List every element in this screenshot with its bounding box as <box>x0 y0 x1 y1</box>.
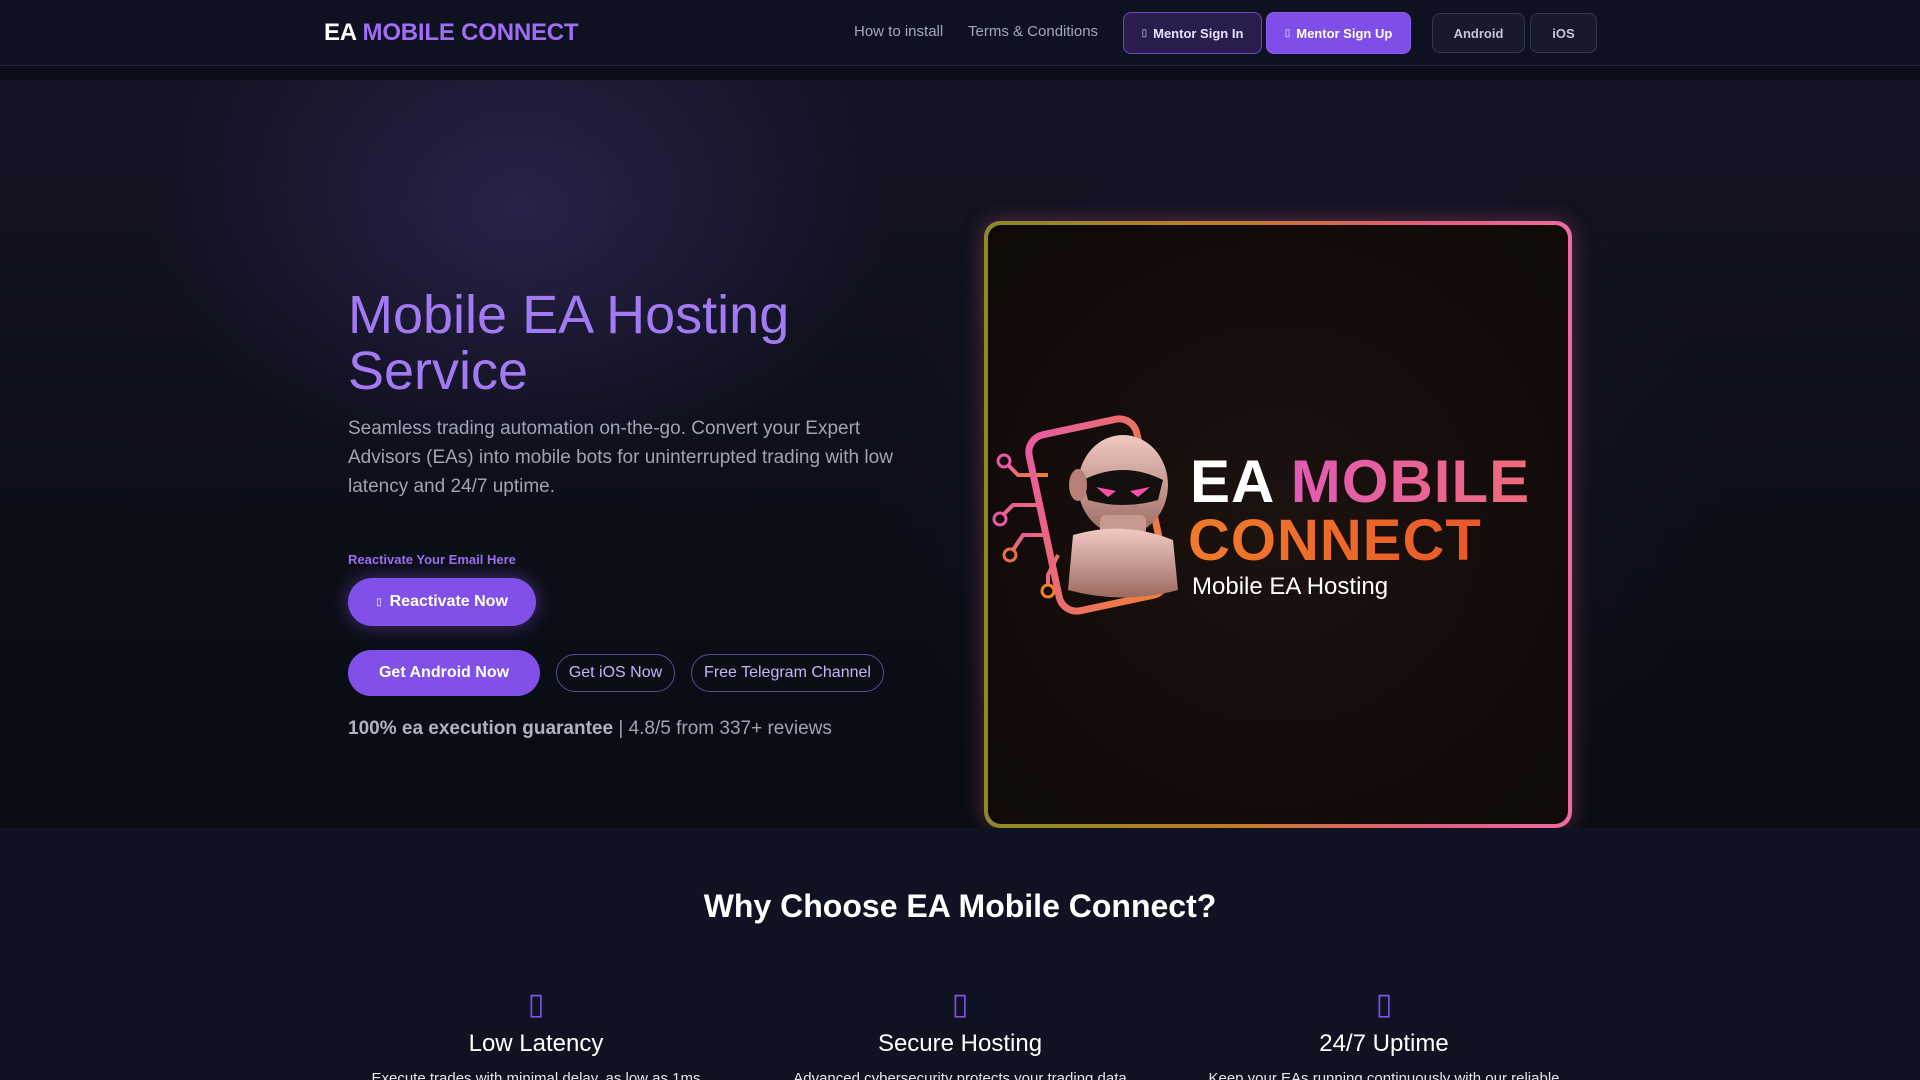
feature-description: Keep your EAs running continuously with … <box>1208 1070 1560 1080</box>
nav-link-terms[interactable]: Terms & Conditions <box>968 23 1098 40</box>
android-store-label: Android <box>1453 25 1504 41</box>
logo-line-1-pink: MOBILE <box>1290 448 1531 515</box>
mentor-sign-up-button[interactable]: ▯ Mentor Sign Up <box>1266 12 1411 54</box>
logo-line-2: CONNECT <box>1188 508 1482 573</box>
logo-line-3: Mobile EA Hosting <box>1192 573 1389 600</box>
logo-line-1-white: EA <box>1190 448 1291 515</box>
hero-logo-image: EA MOBILE CONNECT Mobile EA Hosting <box>988 225 1568 824</box>
feature-card-secure-hosting: ▯ Secure Hosting Advanced cybersecurity … <box>760 988 1160 1080</box>
hero-logo-image-frame: EA MOBILE CONNECT Mobile EA Hosting <box>984 221 1572 828</box>
android-store-button[interactable]: Android <box>1432 13 1525 53</box>
hero-title: Mobile EA Hosting Service <box>348 285 790 401</box>
feature-title: Secure Hosting <box>877 1030 1043 1057</box>
shield-icon: ▯ <box>951 988 969 1021</box>
feature-title: Low Latency <box>468 1030 604 1057</box>
hero-subtitle: Seamless trading automation on-the-go. C… <box>348 418 893 497</box>
reactivate-now-label: Reactivate Now <box>389 593 508 610</box>
clock-icon: ▯ <box>1375 988 1393 1021</box>
reactivate-now-button[interactable]: ▯ Reactivate Now <box>348 578 536 626</box>
feature-description: Execute trades with minimal delay, as lo… <box>371 1070 701 1080</box>
hero-section: Mobile EA Hosting Service Seamless tradi… <box>0 80 1920 828</box>
get-ios-label: Get iOS Now <box>568 664 663 681</box>
mentor-sign-in-label: Mentor Sign In <box>1153 25 1244 41</box>
logo-line-1: EA MOBILE <box>1190 447 1530 516</box>
telegram-channel-button[interactable]: Free Telegram Channel <box>691 654 884 692</box>
mentor-sign-in-button[interactable]: ▯ Mentor Sign In <box>1123 12 1262 54</box>
trust-guarantee: 100% ea execution guarantee <box>348 718 614 739</box>
get-ios-button[interactable]: Get iOS Now <box>556 654 675 692</box>
bolt-icon: ▯ <box>527 988 545 1021</box>
brand-logo[interactable]: EA MOBILE CONNECT <box>324 19 579 47</box>
ios-store-label: iOS <box>1552 25 1575 41</box>
feature-card-low-latency: ▯ Low Latency Execute trades with minima… <box>336 988 736 1080</box>
get-android-label: Get Android Now <box>378 664 510 681</box>
sign-in-icon: ▯ <box>1141 27 1148 39</box>
top-navbar: EA MOBILE CONNECT How to install Terms &… <box>0 0 1920 66</box>
features-title: Why Choose EA Mobile Connect? <box>703 888 1217 924</box>
brand-part-2: MOBILE CONNECT <box>362 19 579 46</box>
mail-icon: ▯ <box>376 596 382 608</box>
telegram-channel-label: Free Telegram Channel <box>704 664 871 681</box>
features-section: Why Choose EA Mobile Connect? ▯ Low Late… <box>0 828 1920 1080</box>
feature-description: Advanced cybersecurity protects your tra… <box>793 1070 1127 1080</box>
feature-title: 24/7 Uptime <box>1319 1030 1449 1057</box>
robot-phone-icon <box>992 415 1178 615</box>
trust-reviews: | 4.8/5 from 337+ reviews <box>613 718 832 739</box>
mentor-sign-up-label: Mentor Sign Up <box>1296 25 1393 41</box>
brand-part-1: EA <box>324 19 357 46</box>
ios-store-button[interactable]: iOS <box>1530 13 1597 53</box>
user-plus-icon: ▯ <box>1284 27 1291 39</box>
trust-line: 100% ea execution guarantee | 4.8/5 from… <box>348 718 832 740</box>
reactivate-label: Reactivate Your Email Here <box>348 552 516 567</box>
feature-card-uptime: ▯ 24/7 Uptime Keep your EAs running cont… <box>1184 988 1584 1080</box>
nav-link-how-to-install[interactable]: How to install <box>854 23 943 40</box>
get-android-button[interactable]: Get Android Now <box>348 650 540 696</box>
